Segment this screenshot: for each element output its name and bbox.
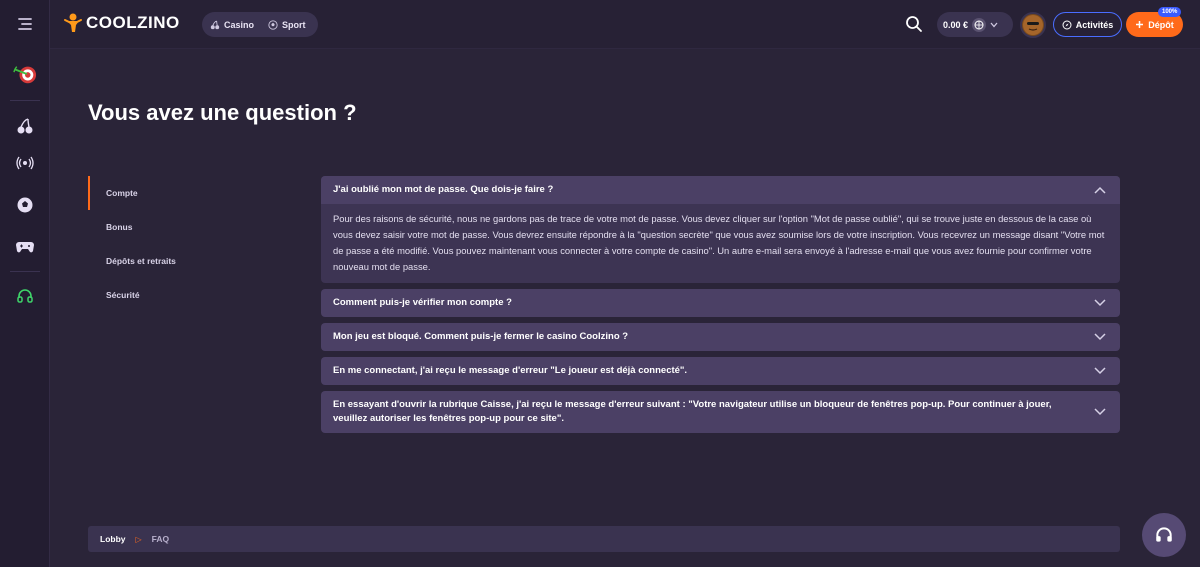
faq-question: Comment puis-je vérifier mon compte ? [333, 297, 512, 308]
faq-question: Mon jeu est bloqué. Comment puis-je ferm… [333, 331, 629, 342]
deposit-label: Dépôt [1148, 19, 1174, 30]
headset-icon[interactable] [13, 284, 37, 308]
activities-label: Activités [1075, 19, 1114, 30]
tab-depots-retraits[interactable]: Dépôts et retraits [88, 244, 288, 278]
nav-casino[interactable]: Casino [210, 20, 254, 30]
soccer-ball-icon [268, 19, 278, 30]
bonus-badge: 100% [1158, 7, 1182, 17]
chevron-down-icon [1094, 408, 1106, 416]
nav-sport-label: Sport [282, 19, 306, 30]
faq-question-header[interactable]: J'ai oublié mon mot de passe. Que dois-j… [321, 176, 1120, 204]
chevron-down-icon [990, 22, 998, 27]
nav-sport[interactable]: Sport [268, 20, 306, 30]
chevron-up-icon [1094, 186, 1106, 194]
nav-casino-label: Casino [224, 19, 255, 30]
rail-divider [10, 271, 40, 272]
faq-item: J'ai oublié mon mot de passe. Que dois-j… [321, 176, 1120, 283]
chevron-down-icon [1094, 333, 1106, 341]
compass-icon [1062, 20, 1072, 29]
cherries-icon [210, 20, 220, 29]
tab-compte[interactable]: Compte [88, 176, 288, 210]
faq-question-header[interactable]: En essayant d'ouvrir la rubrique Caisse,… [321, 391, 1120, 433]
play-arrow-icon: ▷ [135, 534, 142, 544]
tab-securite[interactable]: Sécurité [88, 278, 288, 312]
gamepad-icon[interactable] [13, 234, 37, 258]
cherries-icon[interactable] [13, 114, 37, 138]
wallet-balance[interactable]: 0.00 € [937, 12, 1013, 37]
avatar[interactable] [1020, 12, 1046, 38]
faq-question: En essayant d'ouvrir la rubrique Caisse,… [333, 399, 1052, 424]
faq-accordion: J'ai oublié mon mot de passe. Que dois-j… [321, 176, 1120, 439]
brand-logo[interactable]: COOLZINO [62, 12, 180, 34]
live-broadcast-icon[interactable] [13, 151, 37, 175]
breadcrumb-lobby[interactable]: Lobby [100, 534, 126, 544]
faq-question-header[interactable]: En me connectant, j'ai reçu le message d… [321, 357, 1120, 385]
faq-question-header[interactable]: Comment puis-je vérifier mon compte ? [321, 289, 1120, 317]
plus-icon [1136, 21, 1144, 28]
search-icon[interactable] [905, 15, 925, 35]
chevron-down-icon [1094, 299, 1106, 307]
mascot-logo-icon [64, 13, 82, 32]
soccer-ball-icon[interactable] [13, 193, 37, 217]
left-rail [0, 0, 50, 567]
top-header: COOLZINO Casino Sport 0.00 € Activités D… [50, 0, 1200, 49]
faq-item: En me connectant, j'ai reçu le message d… [321, 357, 1120, 385]
tab-bonus[interactable]: Bonus [88, 210, 288, 244]
brand-name: COOLZINO [86, 13, 180, 32]
faq-question-header[interactable]: Mon jeu est bloqué. Comment puis-je ferm… [321, 323, 1120, 351]
support-chat-button[interactable] [1142, 513, 1186, 557]
currency-globe-icon [972, 17, 987, 32]
balance-amount: 0.00 € [943, 19, 969, 30]
breadcrumb-faq: FAQ [151, 534, 170, 544]
dart-target-icon[interactable] [13, 62, 37, 86]
main-nav: Casino Sport [202, 12, 318, 37]
chevron-down-icon [1094, 367, 1106, 375]
rail-divider [10, 100, 40, 101]
faq-question: En me connectant, j'ai reçu le message d… [333, 365, 688, 376]
faq-item: Comment puis-je vérifier mon compte ? [321, 289, 1120, 317]
faq-answer: Pour des raisons de sécurité, nous ne ga… [333, 213, 1105, 272]
faq-item: Mon jeu est bloqué. Comment puis-je ferm… [321, 323, 1120, 351]
activities-button[interactable]: Activités [1053, 12, 1122, 37]
faq-item: En essayant d'ouvrir la rubrique Caisse,… [321, 391, 1120, 433]
headset-icon [1156, 527, 1172, 542]
faq-category-nav: Compte Bonus Dépôts et retraits Sécurité [88, 176, 288, 312]
page-title: Vous avez une question ? [88, 100, 357, 125]
menu-icon[interactable] [15, 14, 35, 34]
faq-question: J'ai oublié mon mot de passe. Que dois-j… [333, 184, 554, 195]
breadcrumb: Lobby ▷ FAQ [88, 526, 1120, 552]
